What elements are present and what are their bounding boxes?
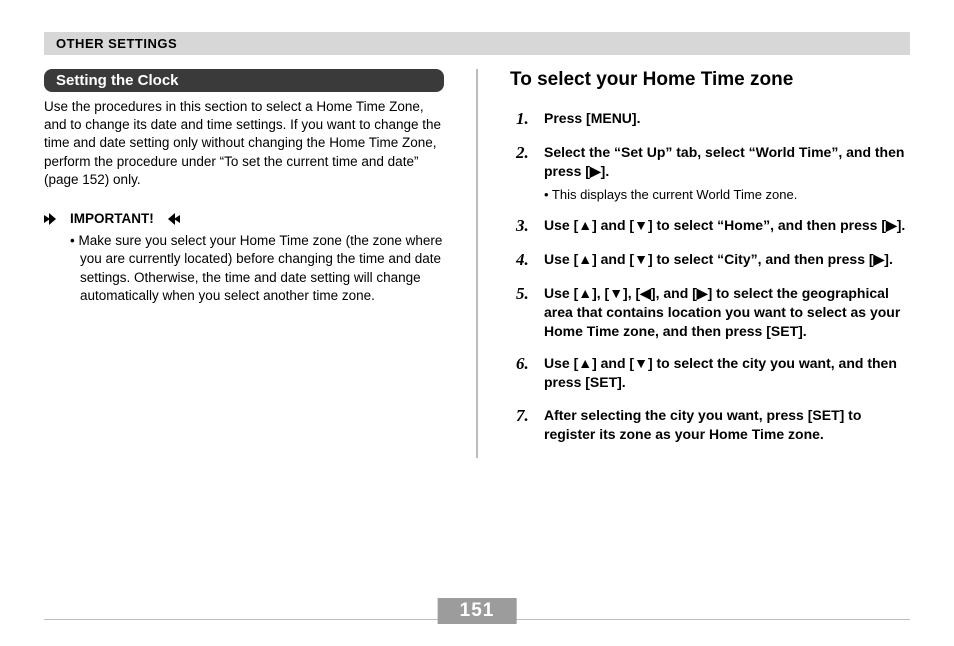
page-number: 151 xyxy=(438,598,517,624)
page-footer: 151 xyxy=(44,619,910,620)
step-5: 5.Use [▲], [▼], [◀], and [▶] to select t… xyxy=(510,284,910,341)
step-body: Use [▲] and [▼] to select the city you w… xyxy=(544,354,910,392)
section-title-pill: Setting the Clock xyxy=(44,69,444,92)
step-body: After selecting the city you want, press… xyxy=(544,406,910,444)
step-body: Press [MENU]. xyxy=(544,109,910,129)
step-7: 7.After selecting the city you want, pre… xyxy=(510,406,910,444)
step-text: Use [▲], [▼], [◀], and [▶] to select the… xyxy=(544,284,910,341)
step-number: 4. xyxy=(516,250,536,270)
important-label: IMPORTANT! xyxy=(70,211,154,226)
intro-paragraph: Use the procedures in this section to se… xyxy=(44,98,444,189)
important-bullet: • Make sure you select your Home Time zo… xyxy=(70,232,444,305)
step-text: Use [▲] and [▼] to select the city you w… xyxy=(544,354,910,392)
step-2: 2.Select the “Set Up” tab, select “World… xyxy=(510,143,910,202)
step-text: Press [MENU]. xyxy=(544,109,910,128)
column-divider xyxy=(476,69,478,458)
steps-list: 1. Press [MENU]. 2.Select the “Set Up” tab… xyxy=(510,109,910,444)
sound-right-icon xyxy=(44,213,64,225)
step-6: 6.Use [▲] and [▼] to select the city you… xyxy=(510,354,910,392)
sound-left-icon xyxy=(160,213,180,225)
left-column: Setting the Clock Use the procedures in … xyxy=(44,69,444,458)
step-body: Use [▲] and [▼] to select “City”, and th… xyxy=(544,250,910,270)
step-body: Use [▲], [▼], [◀], and [▶] to select the… xyxy=(544,284,910,341)
step-4: 4. Use [▲] and [▼] to select “City”, and … xyxy=(510,250,910,270)
step-text: After selecting the city you want, press… xyxy=(544,406,910,444)
step-1: 1. Press [MENU]. xyxy=(510,109,910,129)
step-3: 3. Use [▲] and [▼] to select “Home”, and … xyxy=(510,216,910,236)
step-number: 7. xyxy=(516,406,536,444)
step-body: Select the “Set Up” tab, select “World T… xyxy=(544,143,910,202)
step-text: Use [▲] and [▼] to select “Home”, and th… xyxy=(544,216,910,235)
step-body: Use [▲] and [▼] to select “Home”, and th… xyxy=(544,216,910,236)
right-column: To select your Home Time zone 1. Press [M… xyxy=(510,69,910,458)
step-number: 3. xyxy=(516,216,536,236)
manual-page: OTHER SETTINGS Setting the Clock Use the… xyxy=(0,0,954,646)
step-number: 6. xyxy=(516,354,536,392)
important-callout: IMPORTANT! xyxy=(44,211,444,226)
step-text: Select the “Set Up” tab, select “World T… xyxy=(544,143,910,181)
header-bar: OTHER SETTINGS xyxy=(44,32,910,55)
step-subtext: • This displays the current World Time z… xyxy=(544,187,910,202)
step-text: Use [▲] and [▼] to select “City”, and th… xyxy=(544,250,910,269)
step-number: 5. xyxy=(516,284,536,341)
content-columns: Setting the Clock Use the procedures in … xyxy=(44,69,910,458)
right-heading: To select your Home Time zone xyxy=(510,69,910,91)
step-number: 1. xyxy=(516,109,536,129)
step-number: 2. xyxy=(516,143,536,202)
